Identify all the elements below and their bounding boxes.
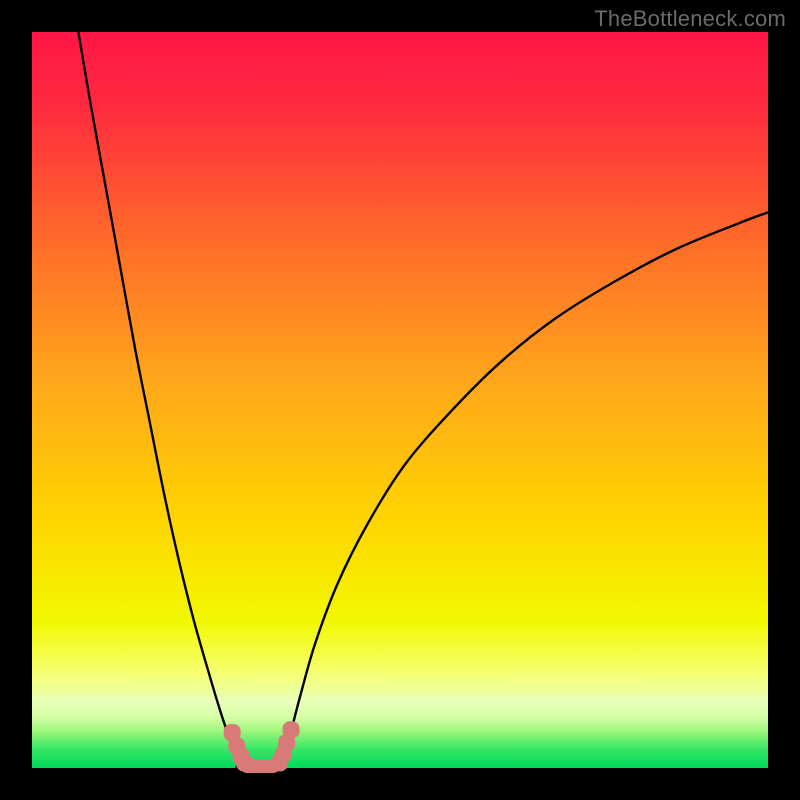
watermark-text: TheBottleneck.com (594, 6, 786, 32)
valley-marker (283, 721, 300, 738)
chart-frame: TheBottleneck.com (0, 0, 800, 800)
valley-floor (240, 759, 280, 773)
plot-background (32, 32, 768, 768)
bottleneck-chart (0, 0, 800, 800)
